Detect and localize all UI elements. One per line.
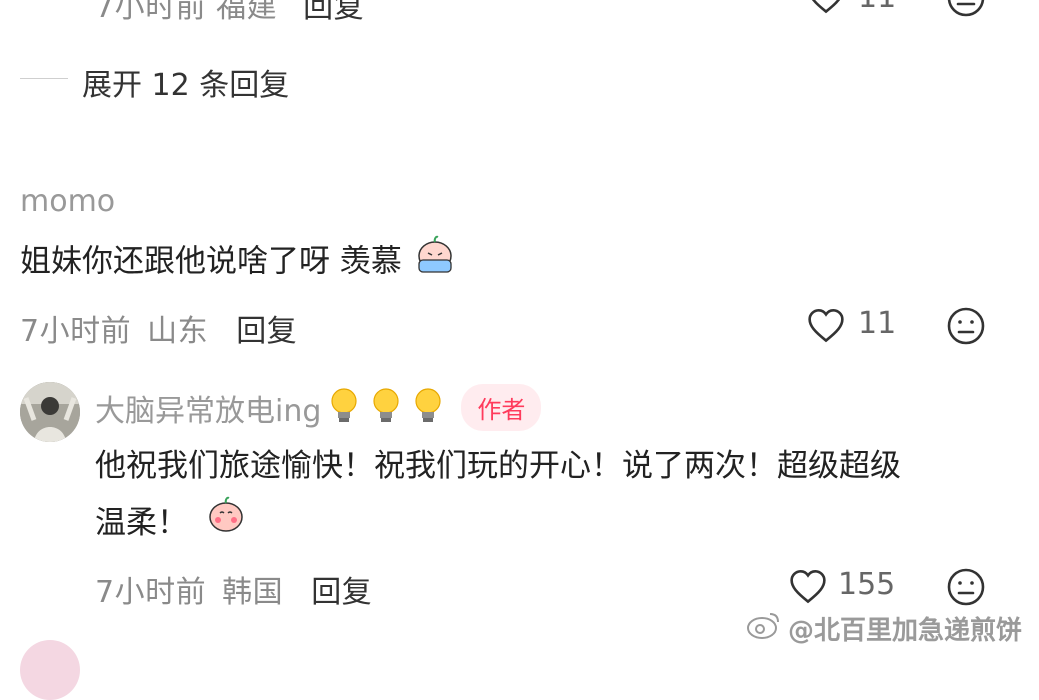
reply-like-count: 155 — [838, 567, 896, 602]
expand-divider — [20, 78, 68, 79]
next-avatar-partial — [20, 640, 80, 700]
reply-username[interactable]: 大脑异常放电ing — [95, 386, 321, 430]
reply-header: 大脑异常放电ing 作者 — [95, 384, 542, 431]
comment-content: 姐妹你还跟他说啥了呀 羡慕 — [20, 233, 456, 293]
neutral-face-icon — [947, 568, 985, 606]
top-comment-dislike-button[interactable] — [946, 0, 986, 18]
comment-username[interactable]: momo — [20, 184, 115, 219]
reply-location: 韩国 — [222, 575, 284, 610]
weibo-logo-icon — [746, 610, 782, 647]
lightbulb-icon — [325, 385, 363, 431]
lightbulb-icon — [409, 385, 447, 431]
expand-replies-button[interactable]: 展开 12 条回复 — [82, 60, 289, 104]
reply-content: 他祝我们旅途愉快！祝我们玩的开心！说了两次！超级超级 温柔！ — [95, 438, 1025, 552]
comment-reply-button[interactable]: 回复 — [236, 314, 297, 349]
comment-like-count: 11 — [858, 306, 897, 341]
comment-like-button[interactable] — [806, 307, 846, 343]
top-comment-reply-button[interactable]: 回复 — [303, 0, 364, 25]
comment-dislike-button[interactable] — [946, 306, 986, 346]
top-comment-time-location: 7小时前 福建 — [95, 0, 278, 25]
reply-dislike-button[interactable] — [946, 567, 986, 607]
comment-location: 山东 — [147, 314, 209, 349]
heart-icon — [790, 569, 826, 604]
top-comment-meta: 7小时前 福建 回复 — [95, 0, 364, 26]
comment-text: 姐妹你还跟他说啥了呀 羡慕 — [20, 243, 402, 280]
watermark: @北百里加急递煎饼 — [746, 610, 1022, 647]
reply-reply-button[interactable]: 回复 — [311, 575, 372, 610]
top-comment-like-count: 11 — [858, 0, 896, 15]
reply-meta: 7小时前 韩国 回复 — [95, 567, 372, 611]
neutral-face-icon — [947, 307, 985, 345]
top-comment-like-button[interactable] — [806, 0, 846, 14]
shy-peach-emoji-icon — [206, 494, 246, 552]
comment-time: 7小时前 — [20, 314, 132, 349]
reply-time: 7小时前 — [95, 575, 207, 610]
watermark-text: @北百里加急递煎饼 — [788, 616, 1023, 646]
author-badge: 作者 — [461, 384, 542, 431]
crying-emoji-icon — [414, 233, 456, 293]
reply-like-button[interactable] — [788, 568, 828, 604]
reply-text-line1: 他祝我们旅途愉快！祝我们玩的开心！说了两次！超级超级 — [95, 448, 901, 484]
heart-icon — [808, 308, 844, 343]
comment-meta: 7小时前 山东 回复 — [20, 306, 297, 350]
reply-text-line2: 温柔！ — [95, 505, 188, 541]
lightbulb-icon — [367, 385, 405, 431]
neutral-face-icon — [947, 0, 985, 17]
heart-icon — [811, 0, 841, 14]
avatar[interactable] — [20, 382, 80, 442]
